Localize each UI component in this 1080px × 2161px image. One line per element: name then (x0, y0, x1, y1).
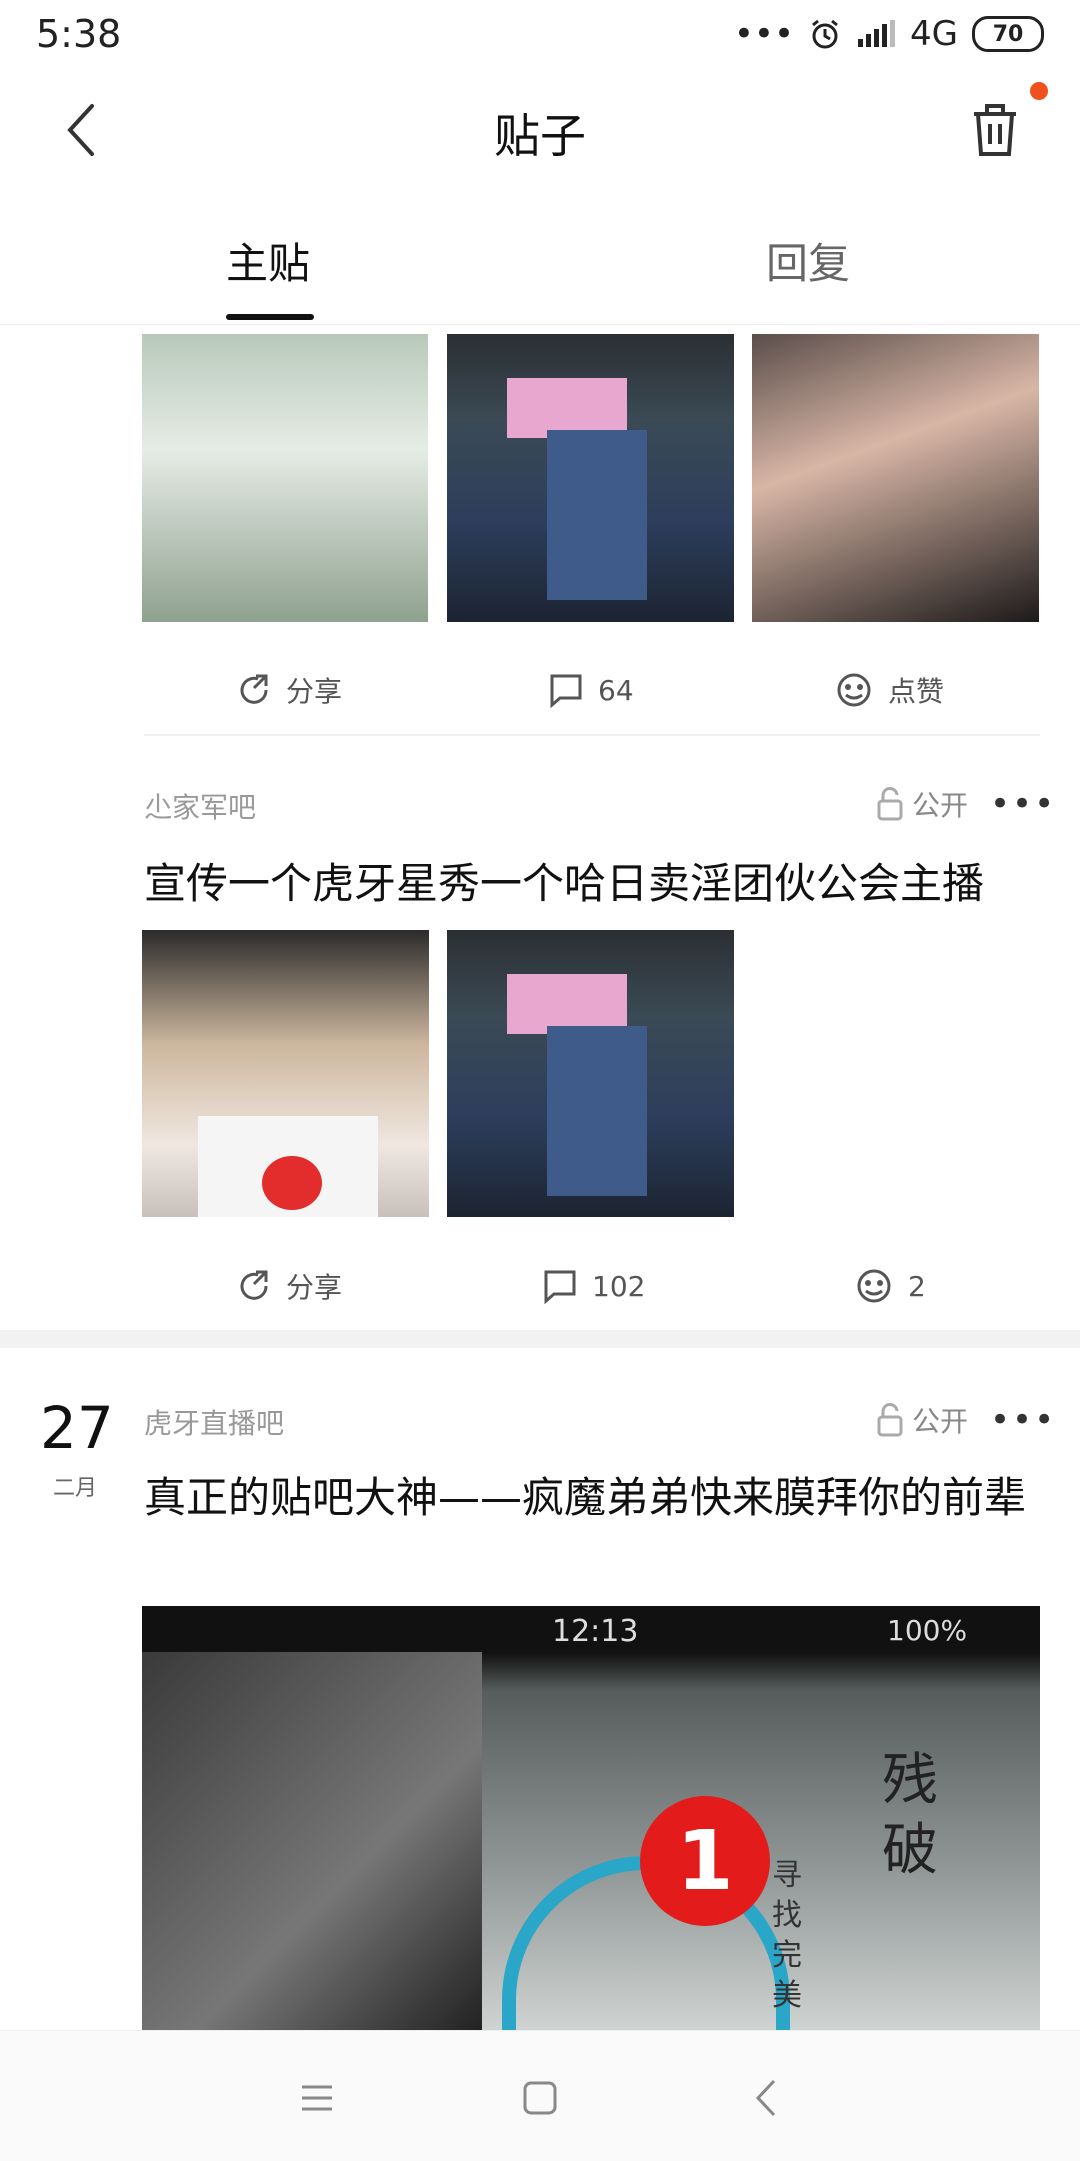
like-icon (857, 1269, 891, 1303)
image-title-text: 残破 (882, 1748, 938, 1883)
comment-button[interactable]: 64 (548, 660, 634, 720)
share-label: 分享 (286, 675, 343, 708)
status-icons: ••• 4G 70 (734, 14, 1044, 54)
like-button[interactable]: 点赞 (834, 660, 944, 720)
app-header: 贴子 (0, 70, 1080, 190)
share-button[interactable]: 分享 (236, 1256, 342, 1316)
post-actions: 分享 102 2 (0, 1256, 1080, 1316)
post-actions: 分享 64 点赞 (0, 660, 1080, 720)
visibility-label[interactable]: 公开 (876, 784, 968, 824)
trash-icon[interactable] (960, 94, 1030, 164)
comment-button[interactable]: 102 (542, 1256, 645, 1316)
post-image[interactable] (142, 930, 429, 1217)
like-icon (837, 673, 871, 707)
image-battery-text: 100% (887, 1614, 968, 1647)
share-label: 分享 (286, 1271, 343, 1304)
visibility-text: 公开 (912, 1405, 969, 1438)
post-title[interactable]: 宣传一个虎牙星秀一个哈日卖淫团伙公会主播 (144, 852, 1044, 916)
post-image[interactable] (447, 334, 734, 622)
post-image[interactable] (752, 334, 1039, 622)
forum-name[interactable]: 虎牙直播吧 (144, 1402, 284, 1442)
tab-replies[interactable]: 回复 (766, 230, 850, 291)
tab-bar: 主贴 回复 (0, 200, 1080, 325)
comment-icon (544, 1270, 576, 1304)
network-type: 4G (910, 14, 958, 54)
divider (144, 734, 1040, 736)
section-separator (0, 1330, 1080, 1348)
back-triangle-icon[interactable] (742, 2073, 792, 2123)
post-title[interactable]: 真正的贴吧大神——疯魔弟弟快来膜拜你的前辈 (144, 1466, 1044, 1530)
signal-icon (858, 20, 896, 47)
like-label: 点赞 (888, 675, 945, 708)
share-icon (240, 674, 268, 704)
menu-icon[interactable] (292, 2073, 342, 2123)
tab-active-indicator (226, 314, 314, 320)
home-square-icon[interactable] (515, 2073, 565, 2123)
comment-count: 102 (592, 1269, 646, 1303)
tab-main-posts[interactable]: 主贴 (226, 230, 310, 291)
post-date-month: 二月 (52, 1476, 97, 1501)
post-date-day: 27 (40, 1394, 114, 1462)
page-title: 贴子 (494, 109, 586, 163)
battery-level: 70 (992, 21, 1024, 47)
notification-dot (1030, 82, 1048, 100)
post-image[interactable] (447, 930, 734, 1217)
status-bar: 5:38 ••• 4G 70 (0, 0, 1080, 70)
image-badge: 1 (640, 1796, 770, 1926)
alarm-icon (812, 19, 838, 49)
like-count: 2 (908, 1269, 926, 1303)
more-options-icon[interactable]: ••• (990, 1400, 1056, 1440)
share-button[interactable]: 分享 (236, 660, 342, 720)
visibility-label[interactable]: 公开 (876, 1400, 968, 1440)
share-icon (240, 1270, 268, 1300)
image-subtitle-text: 寻找完美 (772, 1858, 802, 2013)
more-options-icon[interactable]: ••• (990, 784, 1056, 824)
image-wall (142, 1652, 482, 2030)
comment-icon (550, 674, 582, 708)
like-button[interactable]: 2 (854, 1256, 926, 1316)
image-status-time: 12:13 (552, 1614, 639, 1649)
post-image[interactable] (142, 334, 428, 622)
lock-open-icon (877, 1403, 903, 1437)
battery-icon: 70 (972, 16, 1044, 52)
lock-open-icon (877, 787, 903, 821)
system-nav-bar (0, 2030, 1080, 2161)
comment-count: 64 (598, 673, 634, 707)
post-image[interactable]: 12:13 100% 1 残破 寻找完美 (142, 1606, 1040, 2030)
status-time: 5:38 (36, 12, 122, 56)
more-dots-icon: ••• (733, 14, 795, 54)
forum-name[interactable]: 尐家军吧 (144, 786, 256, 826)
visibility-text: 公开 (912, 789, 969, 822)
